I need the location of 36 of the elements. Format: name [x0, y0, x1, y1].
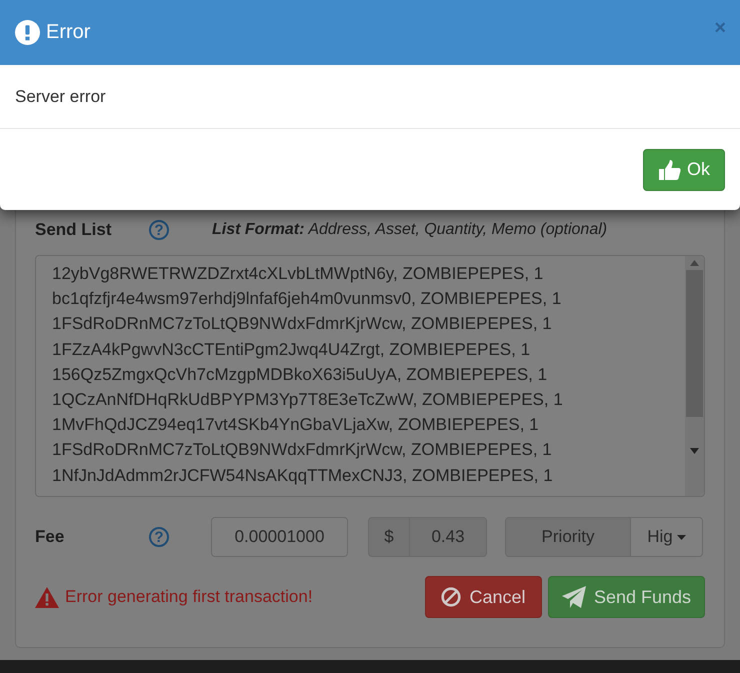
priority-label: Priority: [505, 517, 631, 557]
send-funds-button[interactable]: Send Funds: [548, 576, 705, 618]
send-list-line: 1FSdRoDRnMC7zToLtQB9NWdxFdmrKjrWcw, ZOMBIEPEPES, 1: [52, 439, 553, 462]
send-list-label: Send List: [35, 220, 113, 240]
scroll-down-arrow-icon[interactable]: [690, 448, 699, 454]
list-format-text: List Format: Address, Asset, Quantity, Memo (optional): [212, 221, 608, 239]
send-list-line: 1QCzAnNfDHqRkUdBPYPM3Yp7T8E3eTcZwW, ZOMBIEPEPES, 1: [52, 389, 564, 412]
scrollbar[interactable]: [685, 256, 704, 496]
send-list-line: 1NfJnJdAdmm2rJCFW54NsAKqqTTMexCNJ3, ZOMBIEPEPES, 1: [52, 464, 554, 487]
paper-plane-icon: [562, 586, 586, 608]
ok-button[interactable]: Ok: [642, 148, 725, 190]
modal-title: Error: [46, 21, 92, 44]
send-list-line: 1FSdRoDRnMC7zToLtQB9NWdxFdmrKjrWcw, ZOMBIEPEPES, 1: [52, 313, 553, 336]
close-button[interactable]: ×: [714, 17, 726, 40]
exclamation-icon: [15, 20, 40, 45]
scroll-up-arrow-icon[interactable]: [690, 260, 699, 266]
send-list-field[interactable]: [35, 255, 705, 497]
send-list-line: bc1qfzfjr4e4wsm97erhdj9lnfaf6jeh4m0vunmsv0, ZOMBIEPEPES, 1: [52, 288, 562, 310]
fee-usd-field: 0.43: [410, 517, 487, 557]
help-icon[interactable]: ?: [149, 220, 169, 240]
priority-dropdown[interactable]: Hig: [631, 517, 703, 557]
currency-addon: $: [368, 517, 410, 557]
fee-label: Fee: [35, 527, 66, 547]
fee-field[interactable]: 0.00001000: [211, 517, 348, 557]
prohibited-icon: [441, 587, 462, 607]
send-list-line: 12ybVg8RWETRWZDZrxt4cXLvbLtMWptN6y, ZOMBIEPEPES, 1: [52, 263, 544, 285]
thumbs-up-icon: [658, 160, 681, 180]
error-message: Server error: [15, 86, 106, 106]
help-icon[interactable]: ?: [149, 527, 169, 547]
send-list-line: 1FZzA4kPgwvN3cCTEntiPgm2Jwq4U4Zrgt, ZOMBIEPEPES, 1: [52, 338, 532, 361]
send-list-line: 156Qz5ZmgxQcVh7cMzgpMDBkoX63i5uUyA, ZOMBIEPEPES, 1: [52, 364, 548, 386]
error-text: Error generating first transaction!: [65, 587, 314, 607]
cancel-button[interactable]: Cancel: [425, 576, 542, 618]
caret-icon: [676, 534, 686, 540]
warning-icon: [35, 586, 59, 608]
send-list-line: 1MvFhQdJCZ94eq17vt4SKb4YnGbaVLjaXw, ZOMBIEPEPES, 1: [52, 414, 540, 436]
